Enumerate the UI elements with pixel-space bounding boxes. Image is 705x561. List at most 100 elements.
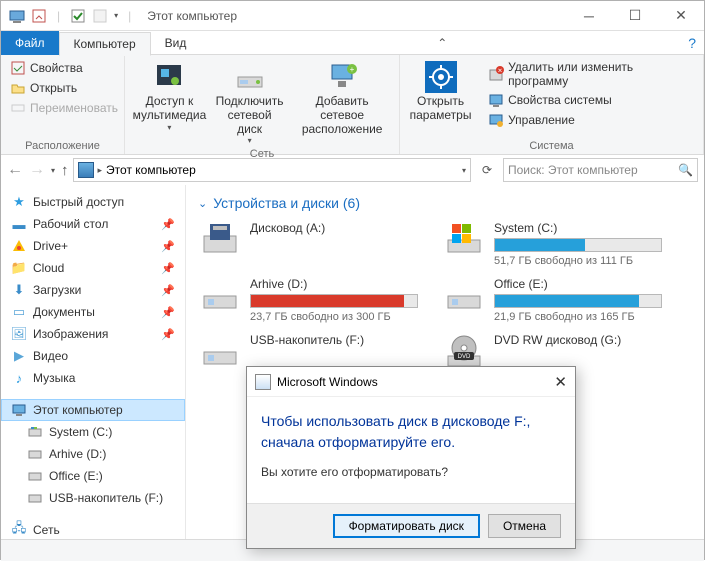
folder-icon: 📁 [11, 260, 27, 276]
dialog-close-button[interactable]: ✕ [554, 373, 567, 391]
label: Cloud [33, 261, 64, 275]
svg-text:✕: ✕ [498, 69, 503, 75]
drive-usb-f[interactable]: USB-накопитель (F:) [198, 333, 418, 369]
tree-music[interactable]: ♪Музыка [1, 367, 185, 389]
network-icon: 🖧 [11, 522, 27, 538]
pin-icon: 📌 [161, 240, 175, 253]
open-settings-label: Открыть параметры [410, 95, 472, 123]
qat-blank-icon[interactable] [92, 8, 108, 24]
drive-floppy-a[interactable]: Дисковод (A:) [198, 221, 418, 267]
label: Arhive (D:) [49, 447, 106, 461]
ribbon: Свойства Открыть Переименовать Расположе… [1, 55, 704, 155]
pin-icon: 📌 [161, 328, 175, 341]
svg-text:DVD: DVD [458, 354, 471, 360]
tree-usb-f[interactable]: USB-накопитель (F:) [1, 487, 185, 509]
properties-button[interactable]: Свойства [7, 59, 121, 77]
add-network-location-button[interactable]: +Добавить сетевое расположение [291, 59, 393, 148]
back-button[interactable]: ← [7, 161, 23, 179]
drive-system-c[interactable]: System (C:) 51,7 ГБ свободно из 111 ГБ [442, 221, 662, 267]
search-placeholder: Поиск: Этот компьютер [508, 163, 638, 177]
tree-arhive-d[interactable]: Arhive (D:) [1, 443, 185, 465]
uninstall-icon: ✕ [488, 66, 504, 82]
media-access-button[interactable]: Доступ к мультимедиа▾ [131, 59, 208, 148]
label: Быстрый доступ [33, 195, 124, 209]
cancel-button[interactable]: Отмена [488, 514, 561, 538]
refresh-button[interactable]: ⟳ [475, 163, 499, 177]
address-dropdown-icon[interactable]: ▾ [462, 166, 466, 175]
close-button[interactable]: ✕ [658, 1, 704, 31]
label: Drive+ [33, 239, 68, 253]
drive-name: System (C:) [494, 221, 662, 235]
chevron-down-icon: ⌄ [198, 197, 207, 210]
drive-arhive-d[interactable]: Arhive (D:) 23,7 ГБ свободно из 300 ГБ [198, 277, 418, 323]
system-properties-button[interactable]: Свойства системы [485, 91, 697, 109]
map-drive-label: Подключить сетевой диск [216, 95, 284, 136]
breadcrumb[interactable]: Этот компьютер [106, 163, 196, 177]
drive-icon [27, 424, 43, 440]
tree-this-pc[interactable]: Этот компьютер [1, 399, 185, 421]
manage-icon [488, 112, 504, 128]
pin-icon: 📌 [161, 218, 175, 231]
dialog-icon [255, 374, 271, 390]
manage-label: Управление [508, 113, 575, 127]
tree-network[interactable]: 🖧 Сеть [1, 519, 185, 539]
tree-driveplus[interactable]: Drive+ 📌 [1, 235, 185, 257]
label: Изображения [33, 327, 108, 341]
tab-view[interactable]: Вид [151, 31, 201, 55]
open-button[interactable]: Открыть [7, 79, 121, 97]
chevron-right-icon[interactable]: ▸ [98, 165, 103, 176]
drive-name: DVD RW дисковод (G:) [494, 333, 662, 347]
map-drive-button[interactable]: Подключить сетевой диск▾ [212, 59, 287, 148]
expand-ribbon-icon[interactable]: ⌃ [437, 36, 447, 50]
music-icon: ♪ [11, 370, 27, 386]
label: Рабочий стол [33, 217, 108, 231]
uninstall-button[interactable]: ✕Удалить или изменить программу [485, 59, 697, 89]
pin-icon: 📌 [161, 262, 175, 275]
pc-icon [11, 402, 27, 418]
navigation-bar: ← → ▾ ↑ ▸ Этот компьютер ▾ ⟳ Поиск: Этот… [1, 155, 704, 185]
pin-icon: 📌 [161, 306, 175, 319]
tree-documents[interactable]: ▭Документы📌 [1, 301, 185, 323]
rename-button: Переименовать [7, 99, 121, 117]
address-bar[interactable]: ▸ Этот компьютер ▾ [73, 158, 471, 182]
tab-computer[interactable]: Компьютер [59, 32, 151, 56]
group-header[interactable]: ⌄ Устройства и диски (6) [198, 195, 692, 211]
tree-system-c[interactable]: System (C:) [1, 421, 185, 443]
label: USB-накопитель (F:) [49, 491, 163, 505]
qat-dropdown-icon[interactable]: ▾ [114, 11, 118, 20]
tree-cloud[interactable]: 📁 Cloud 📌 [1, 257, 185, 279]
tree-office-e[interactable]: Office (E:) [1, 465, 185, 487]
tree-pictures[interactable]: 🖼 Изображения 📌 [1, 323, 185, 345]
qat-properties-icon[interactable] [31, 8, 47, 24]
open-label: Открыть [30, 81, 77, 95]
minimize-button[interactable]: ─ [566, 1, 612, 31]
tab-file[interactable]: Файл [1, 31, 59, 55]
window-title: Этот компьютер [147, 9, 566, 23]
pictures-icon: 🖼 [11, 326, 27, 342]
label: Видео [33, 349, 68, 363]
tree-videos[interactable]: ▶Видео [1, 345, 185, 367]
up-button[interactable]: ↑ [61, 162, 69, 179]
drive-icon [27, 468, 43, 484]
label: Сеть [33, 523, 60, 537]
usb-drive-icon [198, 333, 242, 369]
manage-button[interactable]: Управление [485, 111, 697, 129]
group-system-label: Система [406, 140, 697, 152]
qat-checkbox-icon[interactable] [70, 8, 86, 24]
drive-office-e[interactable]: Office (E:) 21,9 ГБ свободно из 165 ГБ [442, 277, 662, 323]
open-settings-button[interactable]: Открыть параметры [406, 59, 475, 140]
help-icon[interactable]: ? [688, 35, 696, 51]
tree-quick-access[interactable]: ★Быстрый доступ [1, 191, 185, 213]
maximize-button[interactable]: ☐ [612, 1, 658, 31]
tree-downloads[interactable]: ⬇Загрузки📌 [1, 279, 185, 301]
drive-dvd-g[interactable]: DVD DVD RW дисковод (G:) [442, 333, 662, 369]
history-dropdown-icon[interactable]: ▾ [51, 166, 55, 175]
format-disk-button[interactable]: Форматировать диск [333, 514, 480, 538]
hdd-icon [442, 277, 486, 313]
group-header-label: Устройства и диски (6) [213, 195, 360, 211]
desktop-icon: ▬ [11, 216, 27, 232]
search-box[interactable]: Поиск: Этот компьютер 🔍 [503, 158, 698, 182]
tree-desktop[interactable]: ▬ Рабочий стол 📌 [1, 213, 185, 235]
group-location-label: Расположение [7, 140, 118, 152]
downloads-icon: ⬇ [11, 282, 27, 298]
